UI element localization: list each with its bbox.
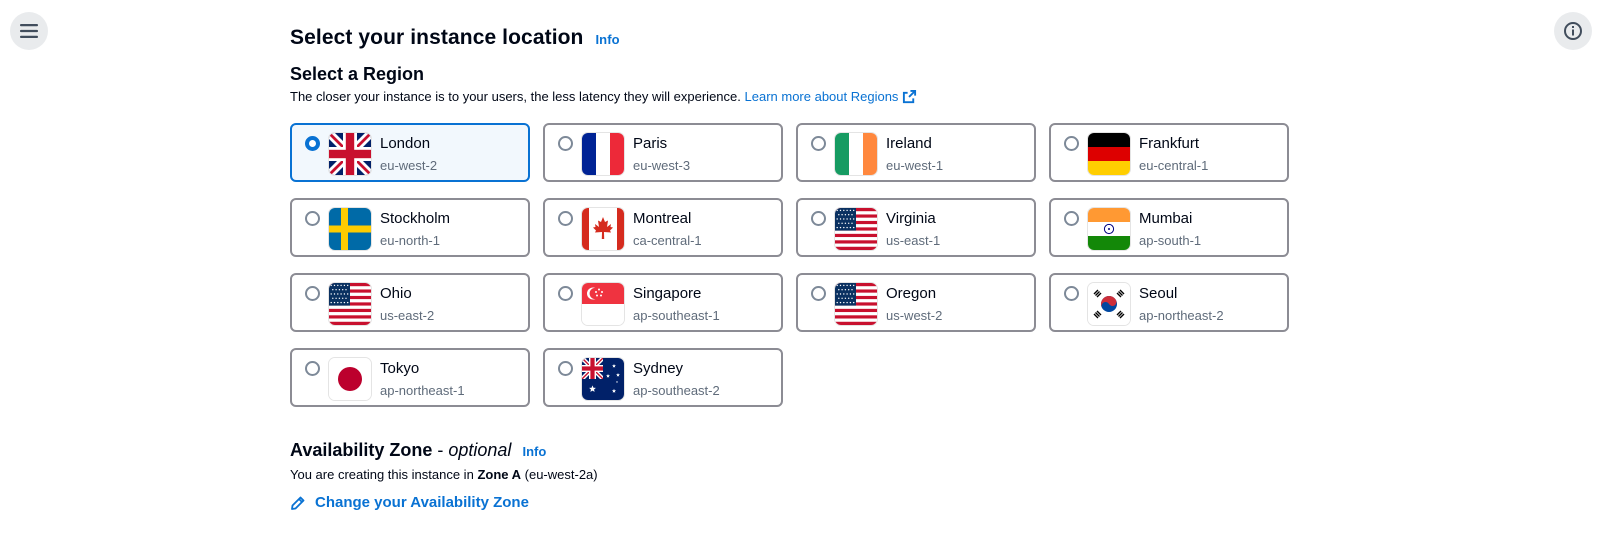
availability-zone-description: You are creating this instance in Zone A… bbox=[290, 467, 598, 482]
france-flag-icon bbox=[582, 133, 624, 175]
japan-flag-icon bbox=[329, 358, 371, 400]
usa-flag-icon bbox=[329, 283, 371, 325]
region-city: Tokyo bbox=[380, 360, 420, 377]
region-city: Sydney bbox=[633, 360, 684, 377]
region-radio-mumbai[interactable] bbox=[1064, 211, 1079, 226]
india-flag-icon bbox=[1088, 208, 1130, 250]
region-tile-frankfurt[interactable]: Frankfurt eu-central-1 bbox=[1049, 123, 1289, 182]
region-city: Virginia bbox=[886, 210, 936, 227]
region-city: Montreal bbox=[633, 210, 692, 227]
region-tile-paris[interactable]: Paris eu-west-3 bbox=[543, 123, 783, 182]
uk-flag-icon bbox=[329, 133, 371, 175]
region-code: ap-southeast-2 bbox=[633, 383, 720, 398]
region-radio-frankfurt[interactable] bbox=[1064, 136, 1079, 151]
region-city: Seoul bbox=[1139, 285, 1178, 302]
region-city: Frankfurt bbox=[1139, 135, 1200, 152]
usa-flag-icon bbox=[835, 283, 877, 325]
region-code: us-east-2 bbox=[380, 308, 435, 323]
region-description-text: The closer your instance is to your user… bbox=[290, 89, 741, 104]
region-city: Paris bbox=[633, 135, 668, 152]
region-tile-oregon[interactable]: Oregon us-west-2 bbox=[796, 273, 1036, 332]
region-radio-ireland[interactable] bbox=[811, 136, 826, 151]
region-description: The closer your instance is to your user… bbox=[290, 89, 917, 104]
region-radio-sydney[interactable] bbox=[558, 361, 573, 376]
region-code: eu-central-1 bbox=[1139, 158, 1209, 173]
zone-text-prefix: You are creating this instance in bbox=[290, 467, 474, 482]
region-code: us-west-2 bbox=[886, 308, 943, 323]
region-radio-singapore[interactable] bbox=[558, 286, 573, 301]
region-code: ap-south-1 bbox=[1139, 233, 1202, 248]
region-city: Oregon bbox=[886, 285, 937, 302]
external-link-icon bbox=[903, 89, 917, 104]
info-circle-icon bbox=[1564, 22, 1582, 40]
change-availability-zone-label: Change your Availability Zone bbox=[315, 494, 529, 511]
help-panel-button[interactable] bbox=[1554, 12, 1592, 50]
ireland-flag-icon bbox=[835, 133, 877, 175]
sweden-flag-icon bbox=[329, 208, 371, 250]
region-grid: London eu-west-2 Paris eu-west-3 Ireland eu-w… bbox=[290, 123, 1310, 413]
region-tile-montreal[interactable]: Montreal ca-central-1 bbox=[543, 198, 783, 257]
region-tile-tokyo[interactable]: Tokyo ap-northeast-1 bbox=[290, 348, 530, 407]
region-radio-montreal[interactable] bbox=[558, 211, 573, 226]
hamburger-menu-icon bbox=[20, 24, 38, 38]
learn-more-regions-label: Learn more about Regions bbox=[744, 89, 899, 104]
canada-flag-icon bbox=[582, 208, 624, 250]
region-tile-london[interactable]: London eu-west-2 bbox=[290, 123, 530, 182]
region-code: eu-west-1 bbox=[886, 158, 944, 173]
availability-zone-separator: - bbox=[432, 440, 449, 460]
region-city: Ireland bbox=[886, 135, 932, 152]
zone-code: (eu-west-2a) bbox=[524, 467, 598, 482]
region-city: Ohio bbox=[380, 285, 412, 302]
availability-zone-title: Availability Zone bbox=[290, 440, 433, 460]
menu-button[interactable] bbox=[10, 12, 48, 50]
region-code: ap-northeast-2 bbox=[1139, 308, 1224, 323]
region-code: ap-northeast-1 bbox=[380, 383, 465, 398]
region-radio-seoul[interactable] bbox=[1064, 286, 1079, 301]
zone-name: Zone A bbox=[477, 467, 522, 482]
region-code: ca-central-1 bbox=[633, 233, 702, 248]
region-tile-sydney[interactable]: Sydney ap-southeast-2 bbox=[543, 348, 783, 407]
region-radio-virginia[interactable] bbox=[811, 211, 826, 226]
region-radio-tokyo[interactable] bbox=[305, 361, 320, 376]
region-city: Singapore bbox=[633, 285, 702, 302]
region-tile-mumbai[interactable]: Mumbai ap-south-1 bbox=[1049, 198, 1289, 257]
region-radio-ohio[interactable] bbox=[305, 286, 320, 301]
region-tile-virginia[interactable]: Virginia us-east-1 bbox=[796, 198, 1036, 257]
change-availability-zone-link[interactable]: Change your Availability Zone bbox=[290, 494, 529, 511]
availability-zone-optional: optional bbox=[448, 440, 512, 460]
region-tile-ohio[interactable]: Ohio us-east-2 bbox=[290, 273, 530, 332]
region-tile-stockholm[interactable]: Stockholm eu-north-1 bbox=[290, 198, 530, 257]
region-city: London bbox=[380, 135, 431, 152]
region-radio-stockholm[interactable] bbox=[305, 211, 320, 226]
region-code: ap-southeast-1 bbox=[633, 308, 720, 323]
region-radio-oregon[interactable] bbox=[811, 286, 826, 301]
south-korea-flag-icon bbox=[1088, 283, 1130, 325]
region-code: eu-north-1 bbox=[380, 233, 440, 248]
region-code: eu-west-3 bbox=[633, 158, 691, 173]
pencil-icon bbox=[291, 496, 305, 510]
availability-zone-heading: Availability Zone - optional Info bbox=[290, 440, 546, 461]
region-code: us-east-1 bbox=[886, 233, 941, 248]
location-info-link[interactable]: Info bbox=[595, 32, 619, 47]
location-heading: Select your instance location Info bbox=[290, 26, 620, 50]
region-radio-london[interactable] bbox=[305, 136, 320, 151]
region-city: Stockholm bbox=[380, 210, 451, 227]
region-code: eu-west-2 bbox=[380, 158, 438, 173]
region-city: Mumbai bbox=[1139, 210, 1193, 227]
location-title: Select your instance location bbox=[290, 26, 584, 49]
singapore-flag-icon bbox=[582, 283, 624, 325]
region-radio-paris[interactable] bbox=[558, 136, 573, 151]
germany-flag-icon bbox=[1088, 133, 1130, 175]
usa-flag-icon bbox=[835, 208, 877, 250]
learn-more-regions-link[interactable]: Learn more about Regions bbox=[745, 89, 918, 104]
page: Select your instance location Info Selec… bbox=[0, 0, 1600, 541]
region-heading: Select a Region bbox=[290, 64, 425, 84]
region-tile-seoul[interactable]: Seoul ap-northeast-2 bbox=[1049, 273, 1289, 332]
region-tile-ireland[interactable]: Ireland eu-west-1 bbox=[796, 123, 1036, 182]
region-tile-singapore[interactable]: Singapore ap-southeast-1 bbox=[543, 273, 783, 332]
australia-flag-icon bbox=[582, 358, 624, 400]
availability-zone-info-link[interactable]: Info bbox=[522, 444, 546, 459]
